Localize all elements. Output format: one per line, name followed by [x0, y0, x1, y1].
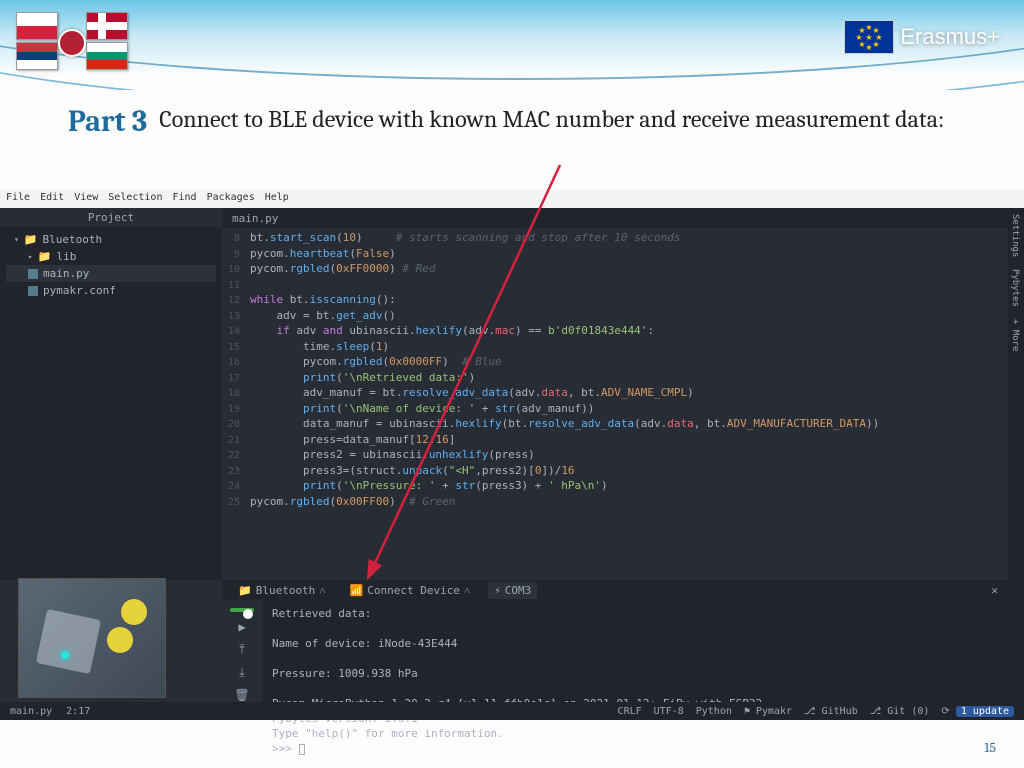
- term-tab-com3[interactable]: ⚡ COM3: [488, 582, 537, 599]
- menu-edit[interactable]: Edit: [40, 192, 64, 206]
- term-toggle[interactable]: [230, 608, 254, 612]
- upload-icon[interactable]: ⤒: [232, 642, 252, 657]
- code-line[interactable]: 14 if adv and ubinascii.hexlify(adv.mac)…: [222, 324, 1008, 340]
- term-close-icon[interactable]: ✕: [991, 584, 998, 597]
- term-tab-bluetooth[interactable]: 📁 Bluetooth ˄: [232, 582, 332, 599]
- status-encoding[interactable]: UTF-8: [654, 706, 684, 717]
- code-line[interactable]: 11: [222, 278, 1008, 294]
- part-label: Part 3: [68, 104, 147, 139]
- project-badge-icon: [58, 29, 86, 57]
- dock-pybytes[interactable]: Pybytes: [1008, 263, 1022, 313]
- slide-description: Connect to BLE device with known MAC num…: [159, 104, 944, 134]
- status-git[interactable]: ⎇ Git (0): [870, 706, 930, 717]
- code-line[interactable]: 21 press=data_manuf[12:16]: [222, 433, 1008, 449]
- terminal-output[interactable]: Retrieved data: Name of device: iNode-43…: [262, 600, 1008, 702]
- dock-settings[interactable]: Settings: [1008, 208, 1022, 263]
- menu-packages[interactable]: Packages: [207, 192, 255, 206]
- terminal-tabs: 📁 Bluetooth ˄ 📶 Connect Device ˄ ⚡ COM3 …: [222, 580, 1008, 600]
- eu-flag-icon: [844, 20, 894, 54]
- code-line[interactable]: 9pycom.heartbeat(False): [222, 247, 1008, 263]
- erasmus-logo: Erasmus+: [844, 20, 1000, 54]
- device-thumbnail: [18, 578, 166, 698]
- download-icon[interactable]: ⤓: [232, 665, 252, 680]
- menu-file[interactable]: File: [6, 192, 30, 206]
- code-line[interactable]: 25pycom.rgbled(0x00FF00) # Green: [222, 495, 1008, 511]
- code-editor[interactable]: main.py 8bt.start_scan(10) # starts scan…: [222, 208, 1008, 580]
- code-line[interactable]: 19 print('\nName of device: ' + str(adv_…: [222, 402, 1008, 418]
- menu-view[interactable]: View: [74, 192, 98, 206]
- project-sidebar: Project 📁 Bluetooth 📁 lib main.py pymakr…: [0, 208, 222, 580]
- tree-root-folder[interactable]: 📁 Bluetooth: [6, 231, 216, 248]
- tree-file-pymakr[interactable]: pymakr.conf: [6, 282, 216, 299]
- code-line[interactable]: 12while bt.isscanning():: [222, 293, 1008, 309]
- erasmus-text: Erasmus+: [900, 24, 1000, 50]
- status-lang[interactable]: Python: [696, 706, 732, 717]
- right-dock: Settings Pybytes + More: [1008, 208, 1024, 702]
- status-updates[interactable]: ⟳ 1 update: [941, 706, 1014, 717]
- dock-more[interactable]: + More: [1008, 313, 1022, 358]
- trash-icon[interactable]: 🗑: [232, 688, 252, 702]
- status-bar: main.py 2:17 CRLF UTF-8 Python ⚑ Pymakr …: [0, 702, 1024, 720]
- terminal-panel: ▶ ⤒ ⤓ 🗑 Retrieved data: Name of device: …: [222, 600, 1008, 702]
- tree-file-main[interactable]: main.py: [6, 265, 216, 282]
- status-cursor-pos[interactable]: 2:17: [66, 706, 90, 717]
- code-line[interactable]: 10pycom.rgbled(0xFF0000) # Red: [222, 262, 1008, 278]
- code-line[interactable]: 24 print('\nPressure: ' + str(press3) + …: [222, 479, 1008, 495]
- code-line[interactable]: 23 press3=(struct.unpack("<H",press2)[0]…: [222, 464, 1008, 480]
- partner-flags: [16, 12, 128, 70]
- code-line[interactable]: 17 print('\nRetrieved data:'): [222, 371, 1008, 387]
- code-line[interactable]: 18 adv_manuf = bt.resolve_adv_data(adv.d…: [222, 386, 1008, 402]
- status-crlf[interactable]: CRLF: [618, 706, 642, 717]
- menu-selection[interactable]: Selection: [108, 192, 162, 206]
- menu-help[interactable]: Help: [265, 192, 289, 206]
- status-file[interactable]: main.py: [10, 706, 52, 717]
- ide-screenshot: File Edit View Selection Find Packages H…: [0, 190, 1024, 720]
- editor-tab[interactable]: main.py: [222, 208, 1008, 228]
- run-icon[interactable]: ▶: [232, 620, 252, 634]
- code-line[interactable]: 22 press2 = ubinascii.unhexlify(press): [222, 448, 1008, 464]
- code-line[interactable]: 13 adv = bt.get_adv(): [222, 309, 1008, 325]
- menu-bar[interactable]: File Edit View Selection Find Packages H…: [0, 190, 1024, 208]
- status-github[interactable]: ⎇ GitHub: [804, 706, 858, 717]
- code-line[interactable]: 8bt.start_scan(10) # starts scanning and…: [222, 231, 1008, 247]
- code-line[interactable]: 20 data_manuf = ubinascii.hexlify(bt.res…: [222, 417, 1008, 433]
- status-pymakr[interactable]: ⚑ Pymakr: [744, 706, 792, 717]
- code-line[interactable]: 16 pycom.rgbled(0x0000FF) # Blue: [222, 355, 1008, 371]
- tree-folder-lib[interactable]: 📁 lib: [6, 248, 216, 265]
- code-line[interactable]: 15 time.sleep(1): [222, 340, 1008, 356]
- term-tab-connect[interactable]: 📶 Connect Device ˄: [344, 582, 477, 599]
- page-number: 15: [984, 739, 996, 756]
- project-panel-title: Project: [0, 208, 222, 227]
- menu-find[interactable]: Find: [172, 192, 196, 206]
